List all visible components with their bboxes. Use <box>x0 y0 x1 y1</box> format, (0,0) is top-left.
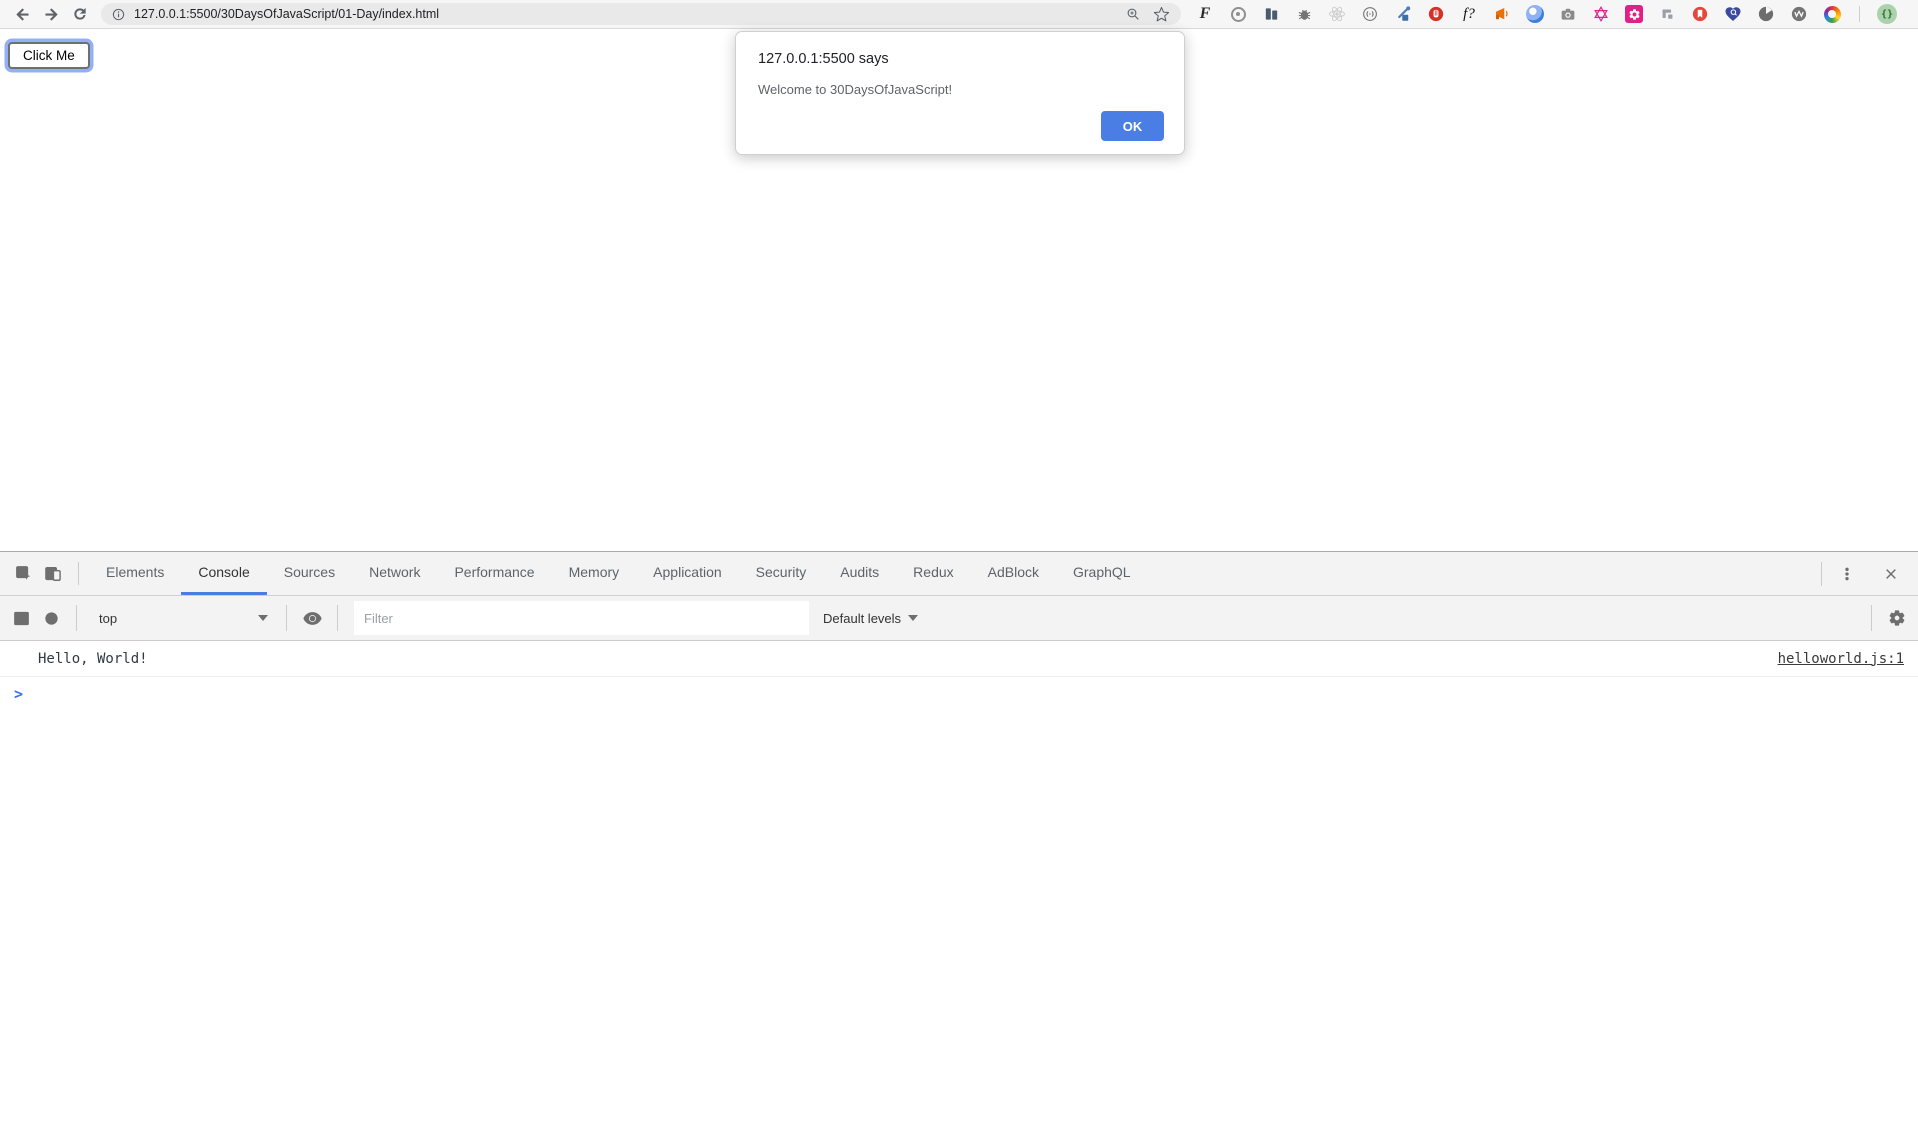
console-log-message: Hello, World! <box>38 651 148 667</box>
console-toolbar-separator-4 <box>1871 605 1872 631</box>
default-levels-label: Default levels <box>823 611 901 626</box>
reload-icon[interactable] <box>68 2 92 26</box>
ext-wave-icon[interactable] <box>1789 4 1809 24</box>
ext-panels-icon[interactable] <box>1261 4 1281 24</box>
console-prompt-row[interactable]: > <box>0 677 1918 711</box>
ext-orbit-icon[interactable] <box>1228 4 1248 24</box>
tab-application[interactable]: Application <box>636 552 739 595</box>
filter-input[interactable] <box>354 601 809 635</box>
console-toolbar-separator-2 <box>286 605 287 631</box>
console-sidebar-icon[interactable] <box>6 609 36 628</box>
context-selector-dropdown[interactable]: top <box>91 603 276 633</box>
page-content: Click Me 127.0.0.1:5500 says Welcome to … <box>0 30 1918 551</box>
tab-elements[interactable]: Elements <box>89 552 181 595</box>
browser-menu-icon[interactable] <box>1909 2 1918 26</box>
ext-rainbow-icon[interactable] <box>1822 4 1842 24</box>
tabbar-right-controls <box>1811 552 1918 595</box>
ext-pink-gear-icon[interactable] <box>1624 4 1644 24</box>
bookmark-star-icon[interactable] <box>1151 4 1171 24</box>
devtools-panel: Elements Console Sources Network Perform… <box>0 551 1918 1146</box>
ext-megaphone-icon[interactable] <box>1492 4 1512 24</box>
forward-icon[interactable] <box>39 2 63 26</box>
alert-dialog: 127.0.0.1:5500 says Welcome to 30DaysOfJ… <box>735 31 1185 155</box>
tab-graphql[interactable]: GraphQL <box>1056 552 1148 595</box>
ext-fontface-icon[interactable]: f? <box>1459 4 1479 24</box>
click-me-button[interactable]: Click Me <box>8 42 90 69</box>
devtools-close-icon[interactable] <box>1876 566 1906 582</box>
zoom-indicator-icon[interactable] <box>1123 4 1143 24</box>
ext-bookmark-icon[interactable] <box>1690 4 1710 24</box>
tabbar-separator <box>78 562 79 585</box>
tab-performance[interactable]: Performance <box>437 552 551 595</box>
ext-bug-icon[interactable] <box>1294 4 1314 24</box>
console-prompt-chevron-icon: > <box>14 685 23 703</box>
inspect-element-icon[interactable] <box>8 552 38 595</box>
ext-timer-icon[interactable] <box>1756 4 1776 24</box>
chevron-down-icon <box>908 615 918 621</box>
address-bar[interactable]: 127.0.0.1:5500/30DaysOfJavaScript/01-Day… <box>101 3 1181 25</box>
tab-memory[interactable]: Memory <box>552 552 637 595</box>
tab-redux[interactable]: Redux <box>896 552 970 595</box>
ext-colorpicker-icon[interactable] <box>1393 4 1413 24</box>
browser-toolbar: 127.0.0.1:5500/30DaysOfJavaScript/01-Day… <box>0 0 1918 29</box>
url-text[interactable]: 127.0.0.1:5500/30DaysOfJavaScript/01-Day… <box>134 7 439 21</box>
ext-formatter-icon[interactable]: F <box>1195 4 1215 24</box>
ext-stop-hand-icon[interactable] <box>1426 4 1446 24</box>
context-selector-value: top <box>99 611 258 626</box>
tabbar-right-separator <box>1821 562 1822 586</box>
tab-audits[interactable]: Audits <box>823 552 896 595</box>
devtools-menu-icon[interactable] <box>1832 566 1862 582</box>
tab-adblock[interactable]: AdBlock <box>971 552 1056 595</box>
console-toolbar-separator-3 <box>337 605 338 631</box>
ext-pipes-icon[interactable] <box>1657 4 1677 24</box>
console-source-link[interactable]: helloworld.js:1 <box>1778 651 1904 667</box>
info-icon[interactable] <box>111 7 126 22</box>
devtools-settings-gear-icon[interactable] <box>1882 609 1912 627</box>
toolbar-separator <box>1859 6 1860 22</box>
ext-parens-icon[interactable] <box>1360 4 1380 24</box>
alert-dialog-message: Welcome to 30DaysOfJavaScript! <box>758 82 1162 97</box>
ext-swirl-icon[interactable] <box>1525 4 1545 24</box>
tab-network[interactable]: Network <box>352 552 437 595</box>
devtools-tabbar: Elements Console Sources Network Perform… <box>0 552 1918 596</box>
ext-camera-icon[interactable] <box>1558 4 1578 24</box>
live-expression-eye-icon[interactable] <box>297 609 327 628</box>
console-toolbar-separator-1 <box>76 605 77 631</box>
chevron-down-icon <box>258 615 268 621</box>
back-icon[interactable] <box>10 2 34 26</box>
extensions-row: F f? <box>1195 4 1897 24</box>
console-log-row: Hello, World! helloworld.js:1 <box>0 641 1918 677</box>
default-levels-dropdown[interactable]: Default levels <box>823 611 918 626</box>
console-toolbar: top Default levels <box>0 596 1918 641</box>
ext-react-icon[interactable] <box>1327 4 1347 24</box>
tab-security[interactable]: Security <box>739 552 824 595</box>
ext-heart-lens-icon[interactable] <box>1723 4 1743 24</box>
clear-console-icon[interactable] <box>36 610 66 627</box>
ext-hexagram-icon[interactable] <box>1591 4 1611 24</box>
alert-dialog-title: 127.0.0.1:5500 says <box>758 51 1162 67</box>
alert-ok-button[interactable]: OK <box>1101 111 1164 141</box>
tab-console[interactable]: Console <box>181 552 266 595</box>
device-toolbar-icon[interactable] <box>38 552 68 595</box>
ext-json-viewer-icon[interactable]: {} <box>1877 4 1897 24</box>
tab-sources[interactable]: Sources <box>267 552 352 595</box>
